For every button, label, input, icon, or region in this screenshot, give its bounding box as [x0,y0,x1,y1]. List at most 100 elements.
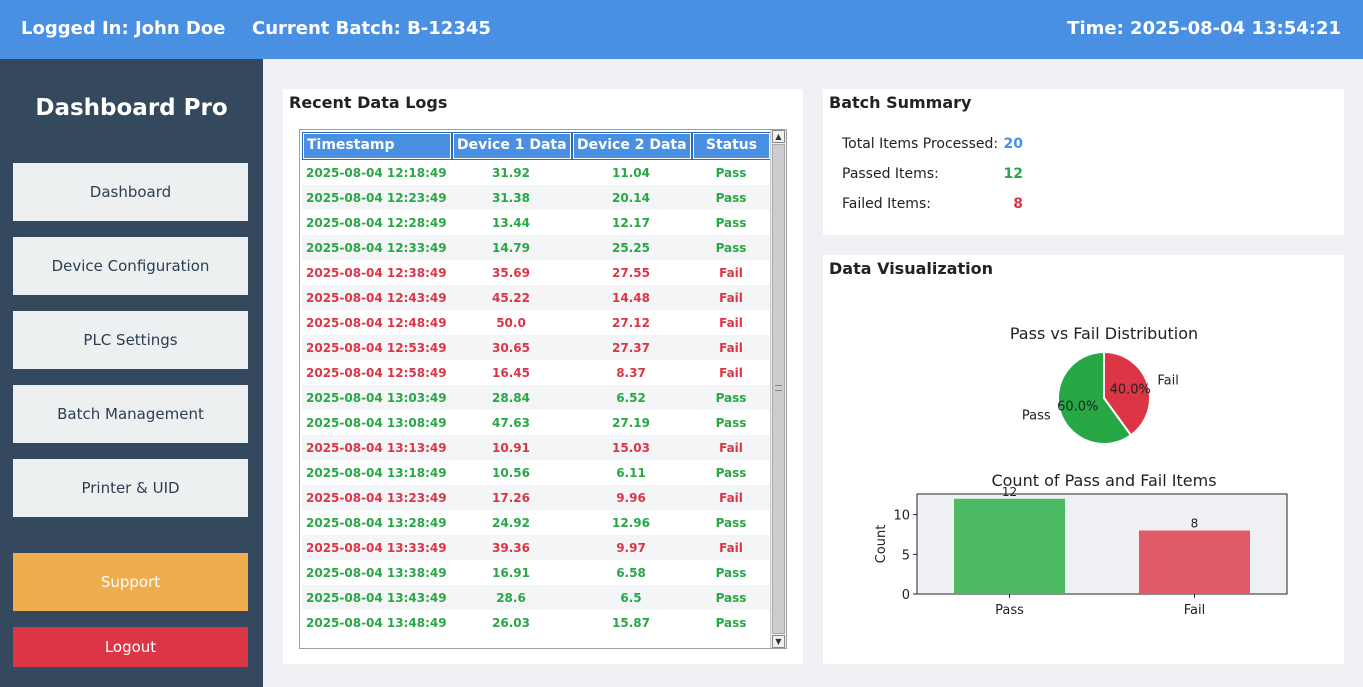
cell-device2: 27.19 [612,416,650,430]
cell-device1: 28.84 [492,391,530,405]
cell-timestamp: 2025-08-04 13:08:49 [306,416,447,430]
cell-device1: 31.92 [492,166,530,180]
cell-status: Fail [719,341,743,355]
cell-timestamp: 2025-08-04 13:23:49 [306,491,447,505]
cell-device2: 15.87 [612,616,650,630]
top-bar: Logged In: John Doe Current Batch: B-123… [0,0,1363,59]
col-header-device2[interactable]: Device 2 Data (U [572,132,692,160]
table-row[interactable]: 2025-08-04 12:23:49 31.38 20.14 Pass [302,185,770,210]
cell-status: Fail [719,491,743,505]
table-row[interactable]: 2025-08-04 12:58:49 16.45 8.37 Fail [302,360,770,385]
y-tick-label: 5 [902,548,910,563]
cell-status: Pass [715,241,747,255]
bar-chart-title: Count of Pass and Fail Items [991,471,1216,490]
cell-status: Pass [715,566,747,580]
pie-label-pass: Pass [1022,408,1051,423]
nav-device-configuration-button[interactable]: Device Configuration [13,237,248,295]
logout-button[interactable]: Logout [13,627,248,667]
pie-pct-pass: 60.0% [1057,400,1098,415]
bar-value-label-fail: 8 [1191,517,1199,531]
cell-device1: 50.0 [496,316,526,330]
col-header-device1[interactable]: Device 1 Data (U [452,132,572,160]
cell-status: Pass [715,466,747,480]
cell-device2: 11.04 [612,166,650,180]
summary-title: Batch Summary [829,93,972,112]
cell-device1: 30.65 [492,341,530,355]
table-row[interactable]: 2025-08-04 13:38:49 16.91 6.58 Pass [302,560,770,585]
table-row[interactable]: 2025-08-04 12:18:49 31.92 11.04 Pass [302,160,770,185]
cell-device2: 20.14 [612,191,650,205]
cell-device2: 6.52 [616,391,646,405]
cell-status: Pass [715,391,747,405]
batch-summary-panel: Batch Summary Total Items Processed: 20 … [823,89,1344,235]
cell-status: Pass [715,516,747,530]
total-items-value: 20 [1003,136,1023,152]
cell-device2: 27.37 [612,341,650,355]
cell-timestamp: 2025-08-04 12:28:49 [306,216,447,230]
scroll-thumb[interactable] [772,144,785,634]
cell-device2: 15.03 [612,441,650,455]
table-row[interactable]: 2025-08-04 13:18:49 10.56 6.11 Pass [302,460,770,485]
cell-status: Fail [719,291,743,305]
table-row[interactable]: 2025-08-04 13:33:49 39.36 9.97 Fail [302,535,770,560]
table-row[interactable]: 2025-08-04 12:43:49 45.22 14.48 Fail [302,285,770,310]
cell-device1: 16.91 [492,566,530,580]
col-header-status[interactable]: Status [692,132,771,160]
nav-dashboard-button[interactable]: Dashboard [13,163,248,221]
table-row[interactable]: 2025-08-04 12:48:49 50.0 27.12 Fail [302,310,770,335]
cell-timestamp: 2025-08-04 12:18:49 [306,166,447,180]
table-row[interactable]: 2025-08-04 12:33:49 14.79 25.25 Pass [302,235,770,260]
cell-device1: 45.22 [492,291,530,305]
cell-timestamp: 2025-08-04 12:53:49 [306,341,447,355]
scroll-down-arrow-icon[interactable]: ▼ [772,635,785,648]
bar-value-label-pass: 12 [1002,485,1017,499]
logs-table: Timestamp Device 1 Data (U Device 2 Data… [299,129,787,649]
current-time: Time: 2025-08-04 13:54:21 [1067,18,1341,39]
col-header-timestamp[interactable]: Timestamp [302,132,452,160]
table-row[interactable]: 2025-08-04 13:13:49 10.91 15.03 Fail [302,435,770,460]
cell-device2: 6.11 [616,466,646,480]
cell-status: Pass [715,166,747,180]
cell-device1: 24.92 [492,516,530,530]
cell-status: Fail [719,441,743,455]
nav-batch-management-button[interactable]: Batch Management [13,385,248,443]
table-row[interactable]: 2025-08-04 13:03:49 28.84 6.52 Pass [302,385,770,410]
table-row[interactable]: 2025-08-04 12:53:49 30.65 27.37 Fail [302,335,770,360]
cell-status: Pass [715,416,747,430]
y-tick-label: 10 [893,509,910,524]
nav-printer-uid-button[interactable]: Printer & UID [13,459,248,517]
vertical-scrollbar[interactable]: ▲ ▼ [770,130,786,648]
cell-device2: 14.48 [612,291,650,305]
cell-status: Fail [719,266,743,280]
pie-pct-fail: 40.0% [1110,382,1151,397]
cell-device1: 16.45 [492,366,530,380]
cell-status: Fail [719,541,743,555]
scroll-up-arrow-icon[interactable]: ▲ [772,130,785,143]
cell-device1: 35.69 [492,266,530,280]
cell-device2: 8.37 [616,366,646,380]
cell-device1: 10.56 [492,466,530,480]
y-tick-label: 0 [902,588,910,603]
bar-fail [1139,530,1250,594]
cell-timestamp: 2025-08-04 12:43:49 [306,291,447,305]
table-row[interactable]: 2025-08-04 13:48:49 26.03 15.87 Pass [302,610,770,635]
current-batch: Current Batch: B-12345 [252,18,491,39]
charts-canvas: Pass vs Fail Distribution Pass 60.0% Fail 40… [874,324,1288,618]
table-row[interactable]: 2025-08-04 13:08:49 47.63 27.19 Pass [302,410,770,435]
cell-device2: 12.96 [612,516,650,530]
cell-timestamp: 2025-08-04 13:33:49 [306,541,447,555]
cell-timestamp: 2025-08-04 12:48:49 [306,316,447,330]
table-row[interactable]: 2025-08-04 12:28:49 13.44 12.17 Pass [302,210,770,235]
nav-plc-settings-button[interactable]: PLC Settings [13,311,248,369]
y-axis-label: Count [874,525,889,564]
cell-device1: 47.63 [492,416,530,430]
table-row[interactable]: 2025-08-04 12:38:49 35.69 27.55 Fail [302,260,770,285]
cell-timestamp: 2025-08-04 13:43:49 [306,591,447,605]
table-row[interactable]: 2025-08-04 13:23:49 17.26 9.96 Fail [302,485,770,510]
x-tick-label-pass: Pass [995,603,1024,618]
cell-timestamp: 2025-08-04 12:58:49 [306,366,447,380]
table-row[interactable]: 2025-08-04 13:28:49 24.92 12.96 Pass [302,510,770,535]
data-visualization-panel: Data Visualization Pass vs Fail Distribu… [823,255,1344,664]
table-row[interactable]: 2025-08-04 13:43:49 28.6 6.5 Pass [302,585,770,610]
support-button[interactable]: Support [13,553,248,611]
